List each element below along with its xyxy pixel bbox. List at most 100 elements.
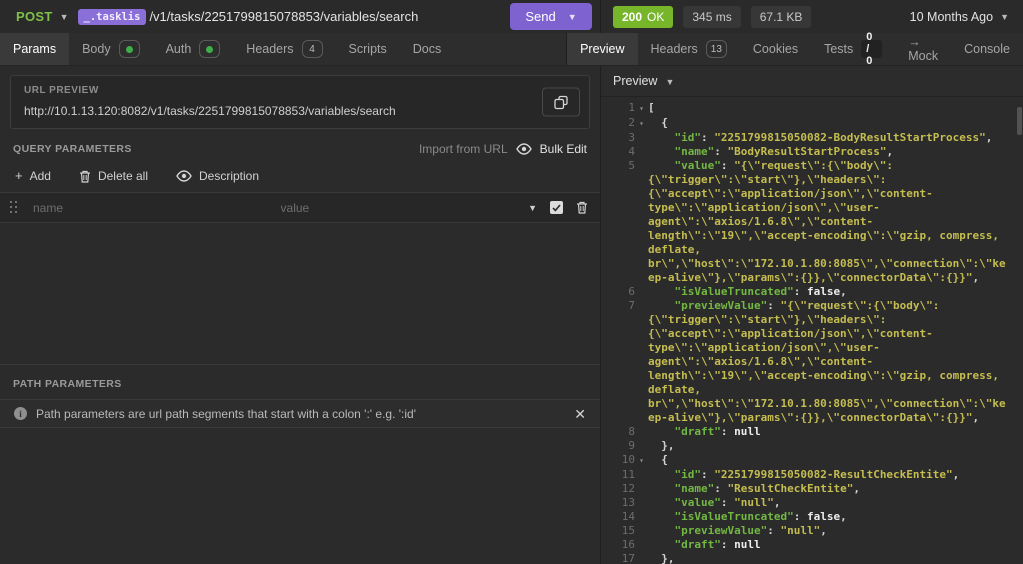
- method-dropdown-caret-icon[interactable]: ▼: [60, 12, 69, 22]
- tab-mock[interactable]: → Mock: [895, 33, 951, 65]
- code-line: 1 ▾[: [601, 101, 1023, 116]
- code-line: 14 "isValueTruncated": false,: [601, 510, 1023, 524]
- tab-headers[interactable]: Headers 4: [233, 33, 335, 65]
- code-line-text: {: [648, 453, 668, 466]
- tab-label: → Mock: [908, 35, 939, 63]
- eye-icon[interactable]: [515, 143, 532, 155]
- param-enabled-checkbox[interactable]: [550, 201, 564, 214]
- plus-icon: +: [15, 168, 23, 183]
- line-number-gutter: 14: [601, 510, 648, 524]
- response-time-badge: 345 ms: [683, 5, 741, 28]
- code-line: 2 ▾ {: [601, 116, 1023, 131]
- http-method-select[interactable]: POST: [16, 9, 53, 24]
- fold-caret-placeholder: [635, 468, 648, 482]
- response-body-editor[interactable]: 1 ▾[2 ▾ {3 "id": "2251799815050082-BodyRes…: [601, 97, 1023, 564]
- fold-caret-placeholder: [635, 510, 648, 524]
- line-number-gutter: 1 ▾: [601, 101, 648, 116]
- tab-console[interactable]: Console: [951, 33, 1023, 65]
- preview-mode-label: Preview: [613, 74, 658, 88]
- add-parameter-button[interactable]: + Add: [15, 169, 51, 183]
- request-url-input[interactable]: _.tasklis /v1/tasks/2251799815078853/var…: [77, 8, 510, 25]
- code-line: 3 "id": "2251799815050082-BodyResultStar…: [601, 131, 1023, 145]
- response-tabs: Preview Headers 13 Cookies Tests 0 / 0 → Mock C…: [566, 31, 1023, 67]
- request-url-bar: POST ▼ _.tasklis /v1/tasks/2251799815078…: [0, 0, 1023, 33]
- green-dot-icon: [125, 45, 133, 53]
- green-dot-icon: [206, 45, 214, 53]
- code-line-text: "draft": null: [674, 425, 761, 438]
- request-params-pane: URL PREVIEW http://10.1.13.120:8082/v1/t…: [0, 66, 600, 564]
- bulk-edit-button[interactable]: Bulk Edit: [540, 142, 587, 156]
- delete-all-parameters-button[interactable]: Delete all: [79, 169, 148, 183]
- import-from-url-button[interactable]: Import from URL: [419, 142, 508, 156]
- enabled-indicator-badge: [199, 40, 221, 58]
- tab-docs[interactable]: Docs: [400, 33, 454, 65]
- status-badge: 200 OK: [613, 5, 674, 28]
- tab-label: Console: [964, 42, 1010, 56]
- vertical-scrollbar[interactable]: [1017, 107, 1022, 135]
- tab-tests[interactable]: Tests 0 / 0: [811, 31, 895, 67]
- line-number-gutter: 13: [601, 496, 648, 510]
- request-tabs: Params Body Auth Headers 4 Scripts Docs: [0, 33, 566, 65]
- path-parameters-title: PATH PARAMETERS: [13, 378, 122, 390]
- count-badge: 13: [705, 40, 727, 58]
- line-number-gutter: 5: [601, 159, 648, 285]
- query-parameters-header: QUERY PARAMETERS Import from URL Bulk Ed…: [0, 133, 600, 162]
- main-content: URL PREVIEW http://10.1.13.120:8082/v1/t…: [0, 66, 1023, 564]
- fold-caret-placeholder: [635, 552, 648, 564]
- code-line-text: {: [648, 116, 668, 129]
- toggle-description-button[interactable]: Description: [176, 169, 259, 183]
- fold-caret-placeholder: [635, 145, 648, 159]
- line-number-gutter: 16: [601, 538, 648, 552]
- rest-client-window: POST ▼ _.tasklis /v1/tasks/2251799815078…: [0, 0, 1023, 564]
- preview-mode-dropdown[interactable]: Preview ▼: [601, 66, 1023, 97]
- code-line-text: "draft": null: [674, 538, 761, 551]
- drag-handle-icon[interactable]: [10, 201, 19, 214]
- code-line-text: "isValueTruncated": false,: [674, 510, 847, 523]
- delete-param-trash-icon[interactable]: [576, 201, 588, 214]
- path-parameters-info-text: Path parameters are url path segments th…: [36, 406, 417, 421]
- copy-url-button[interactable]: [542, 87, 580, 117]
- add-label: Add: [29, 169, 51, 183]
- line-number-gutter: 12: [601, 482, 648, 496]
- tab-params[interactable]: Params: [0, 33, 70, 65]
- response-size-badge: 67.1 KB: [750, 5, 812, 28]
- line-number-gutter: 3: [601, 131, 648, 145]
- param-name-input[interactable]: [33, 200, 275, 215]
- code-line: 11 "id": "2251799815050082-ResultCheckEn…: [601, 468, 1023, 482]
- code-line: 4 "name": "BodyResultStartProcess",: [601, 145, 1023, 159]
- count-badge: 4: [301, 40, 323, 58]
- tab-body[interactable]: Body: [69, 33, 153, 65]
- param-value-input[interactable]: [280, 200, 523, 215]
- environment-variable-tag[interactable]: _.tasklis: [77, 8, 147, 25]
- tab-headers[interactable]: Headers 13: [638, 33, 740, 65]
- response-history-dropdown[interactable]: 10 Months Ago ▼: [910, 10, 1009, 24]
- code-line-text: },: [648, 439, 675, 452]
- url-preview-value[interactable]: http://10.1.13.120:8082/v1/tasks/2251799…: [24, 104, 577, 118]
- fold-caret-placeholder: [635, 425, 648, 439]
- send-dropdown-caret-icon[interactable]: ▼: [568, 12, 577, 22]
- param-options-caret-icon[interactable]: ▼: [528, 203, 537, 213]
- close-banner-icon[interactable]: ✕: [574, 407, 586, 421]
- line-number-gutter: 6: [601, 285, 648, 299]
- tab-auth[interactable]: Auth: [153, 33, 234, 65]
- fold-caret-placeholder: [635, 496, 648, 510]
- preview-mode-caret-icon: ▼: [665, 77, 675, 87]
- tab-label: Params: [13, 42, 57, 56]
- fold-caret-placeholder: [635, 439, 648, 453]
- eye-icon: [176, 170, 192, 182]
- copy-icon: [554, 95, 568, 109]
- send-button[interactable]: Send ▼: [510, 3, 592, 30]
- tab-cookies[interactable]: Cookies: [740, 33, 811, 65]
- line-number-gutter: 15: [601, 524, 648, 538]
- tab-scripts[interactable]: Scripts: [336, 33, 400, 65]
- tab-preview[interactable]: Preview: [567, 33, 638, 65]
- fold-caret-icon[interactable]: ▾: [635, 101, 648, 116]
- fold-caret-icon[interactable]: ▾: [635, 116, 648, 131]
- code-line: 8 "draft": null: [601, 425, 1023, 439]
- empty-space: [0, 223, 600, 364]
- tab-label: Scripts: [348, 42, 387, 56]
- fold-caret-placeholder: [635, 299, 648, 425]
- query-parameters-actions: + Add Delete all Description: [0, 162, 600, 192]
- fold-caret-icon[interactable]: ▾: [635, 453, 648, 468]
- query-parameter-row: ▼: [0, 192, 600, 223]
